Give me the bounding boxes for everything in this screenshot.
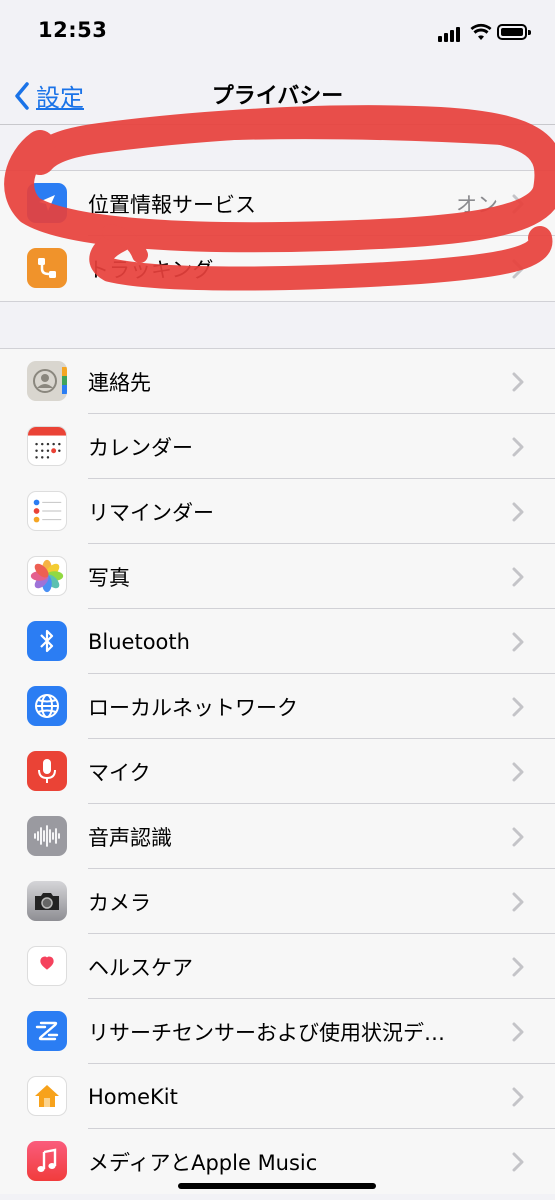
heart-icon (27, 946, 67, 986)
row-label: カレンダー (88, 435, 193, 460)
globe-icon (27, 686, 67, 726)
row-reminders[interactable]: リマインダー (0, 479, 555, 544)
chevron-right-icon (512, 259, 524, 279)
row-tracking[interactable]: トラッキング (0, 236, 555, 301)
research-icon (27, 1011, 67, 1051)
location-tracking-group: 位置情報サービス オン トラッキング (0, 170, 555, 302)
row-label: 音声認識 (88, 825, 172, 850)
music-icon (27, 1141, 67, 1181)
permissions-group: 連絡先 カレンダー リマインダー 写真 Bluetooth ローカルネットワーク… (0, 348, 555, 1194)
location-arrow-icon (27, 183, 67, 223)
wifi-icon (470, 23, 492, 40)
row-bluetooth[interactable]: Bluetooth (0, 609, 555, 674)
reminders-icon (27, 491, 67, 531)
cellular-signal-icon (438, 26, 464, 42)
row-label: 位置情報サービス (88, 192, 256, 217)
row-microphone[interactable]: マイク (0, 739, 555, 804)
status-bar: 12:53 (0, 0, 555, 66)
photos-icon (27, 556, 67, 596)
bluetooth-icon (27, 621, 67, 661)
chevron-right-icon (512, 1087, 524, 1107)
microphone-icon (27, 751, 67, 791)
chevron-right-icon (512, 1152, 524, 1172)
row-research-sensor[interactable]: リサーチセンサーおよび使用状況デ… (0, 999, 555, 1064)
row-calendar[interactable]: カレンダー (0, 414, 555, 479)
chevron-right-icon (512, 567, 524, 587)
row-health[interactable]: ヘルスケア (0, 934, 555, 999)
row-speech-recognition[interactable]: 音声認識 (0, 804, 555, 869)
row-photos[interactable]: 写真 (0, 544, 555, 609)
chevron-right-icon (512, 697, 524, 717)
chevron-right-icon (512, 957, 524, 977)
status-time: 12:53 (38, 18, 108, 42)
tracking-icon (27, 248, 67, 288)
home-icon (27, 1076, 67, 1116)
calendar-icon (27, 426, 67, 466)
chevron-right-icon (512, 632, 524, 652)
row-label: カメラ (88, 890, 151, 915)
page-title: プライバシー (211, 84, 344, 109)
row-label: ヘルスケア (88, 955, 193, 980)
chevron-right-icon (512, 827, 524, 847)
row-label: リマインダー (88, 500, 214, 525)
row-label: リサーチセンサーおよび使用状況デ… (88, 1020, 445, 1045)
row-label: HomeKit (88, 1084, 178, 1109)
row-label: 連絡先 (88, 370, 151, 395)
battery-icon (497, 24, 531, 40)
row-contacts[interactable]: 連絡先 (0, 349, 555, 414)
row-value: オン (456, 192, 498, 217)
chevron-right-icon (512, 762, 524, 782)
chevron-right-icon (512, 1022, 524, 1042)
chevron-right-icon (512, 502, 524, 522)
chevron-right-icon (512, 372, 524, 392)
waveform-icon (27, 816, 67, 856)
row-label: メディアとApple Music (88, 1150, 318, 1175)
chevron-right-icon (512, 892, 524, 912)
row-label: トラッキング (88, 257, 214, 282)
row-label: 写真 (88, 565, 130, 590)
row-label: Bluetooth (88, 629, 190, 654)
row-label: ローカルネットワーク (88, 695, 298, 720)
nav-divider (0, 124, 555, 125)
contacts-icon (27, 361, 67, 401)
chevron-right-icon (512, 194, 524, 214)
home-indicator (178, 1183, 376, 1189)
row-camera[interactable]: カメラ (0, 869, 555, 934)
row-local-network[interactable]: ローカルネットワーク (0, 674, 555, 739)
row-homekit[interactable]: HomeKit (0, 1064, 555, 1129)
row-location-services[interactable]: 位置情報サービス オン (0, 171, 555, 236)
navigation-bar: 設定 プライバシー (0, 66, 555, 124)
camera-icon (27, 881, 67, 921)
chevron-right-icon (512, 437, 524, 457)
row-label: マイク (88, 760, 151, 785)
